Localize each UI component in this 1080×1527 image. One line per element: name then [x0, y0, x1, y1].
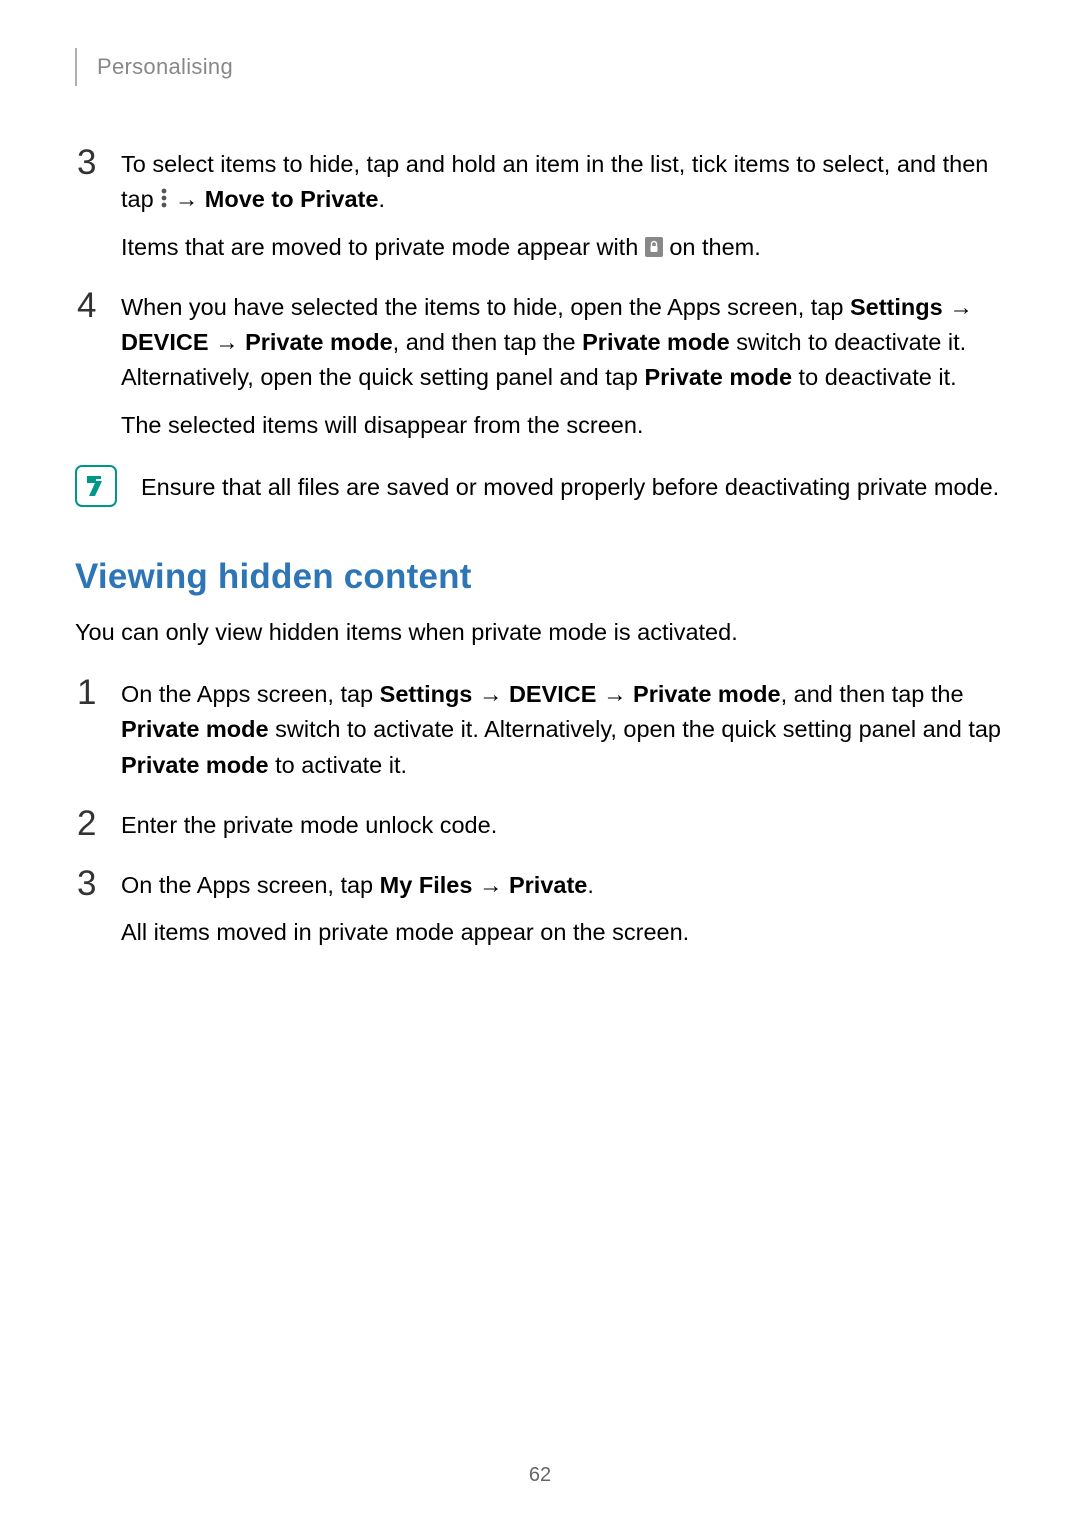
private-badge-icon: [645, 237, 663, 257]
text-segment: →: [209, 329, 246, 355]
text-segment: On the Apps screen, tap: [121, 681, 380, 707]
text-segment: , and then tap the: [781, 681, 964, 707]
text-bold: Private mode: [121, 716, 269, 742]
text-segment: →: [472, 872, 509, 898]
text-segment: .: [378, 186, 385, 212]
step-body: On the Apps screen, tap Settings → DEVIC…: [121, 674, 1005, 783]
step3-paragraph-1: To select items to hide, tap and hold an…: [121, 147, 1005, 218]
note-callout: Ensure that all files are saved or moved…: [75, 465, 1005, 507]
note-icon: [75, 465, 117, 507]
step-number: 3: [75, 144, 121, 265]
section-heading: Viewing hidden content: [75, 557, 1005, 597]
text-bold: DEVICE: [121, 329, 209, 355]
step3-paragraph-2: All items moved in private mode appear o…: [121, 915, 1005, 950]
text-bold: Settings: [850, 294, 943, 320]
text-segment: , and then tap the: [393, 329, 582, 355]
text-bold: Private mode: [245, 329, 393, 355]
text-bold: Private mode: [633, 681, 781, 707]
step-number: 1: [75, 674, 121, 783]
text-segment: →: [943, 294, 973, 320]
step-number: 2: [75, 805, 121, 843]
step-1-viewing: 1 On the Apps screen, tap Settings → DEV…: [75, 674, 1005, 783]
header-divider: [75, 48, 77, 86]
step-3-hiding: 3 To select items to hide, tap and hold …: [75, 144, 1005, 265]
text-bold: Private mode: [121, 752, 269, 778]
step-body: When you have selected the items to hide…: [121, 287, 1005, 443]
step-4-hiding: 4 When you have selected the items to hi…: [75, 287, 1005, 443]
step-body: Enter the private mode unlock code.: [121, 805, 1005, 843]
step3-paragraph-1: On the Apps screen, tap My Files → Priva…: [121, 868, 1005, 903]
step-2-viewing: 2 Enter the private mode unlock code.: [75, 805, 1005, 843]
step-3-viewing: 3 On the Apps screen, tap My Files → Pri…: [75, 865, 1005, 951]
text-segment: on them.: [663, 234, 761, 260]
step-number: 3: [75, 865, 121, 951]
text-segment: When you have selected the items to hide…: [121, 294, 850, 320]
section-intro: You can only view hidden items when priv…: [75, 615, 1005, 650]
text-bold: DEVICE: [509, 681, 597, 707]
text-bold: Private mode: [582, 329, 730, 355]
text-segment: .: [587, 872, 594, 898]
text-segment: Items that are moved to private mode app…: [121, 234, 645, 260]
text-bold: Private: [509, 872, 587, 898]
step1-paragraph: On the Apps screen, tap Settings → DEVIC…: [121, 677, 1005, 783]
text-segment: →: [472, 681, 509, 707]
step4-paragraph-2: The selected items will disappear from t…: [121, 408, 1005, 443]
step-body: On the Apps screen, tap My Files → Priva…: [121, 865, 1005, 951]
text-bold: My Files: [380, 872, 473, 898]
text-segment: to deactivate it.: [792, 364, 957, 390]
page-number: 62: [0, 1464, 1080, 1487]
more-options-icon: [160, 187, 168, 209]
text-bold: Move to Private: [205, 186, 379, 212]
text-bold: Private mode: [644, 364, 792, 390]
header-title: Personalising: [97, 54, 233, 80]
step-body: To select items to hide, tap and hold an…: [121, 144, 1005, 265]
step2-paragraph: Enter the private mode unlock code.: [121, 808, 1005, 843]
text-segment: On the Apps screen, tap: [121, 872, 380, 898]
text-segment: →: [168, 186, 205, 212]
step-number: 4: [75, 287, 121, 443]
page-header: Personalising: [75, 48, 1005, 86]
text-segment: switch to activate it. Alternatively, op…: [269, 716, 1001, 742]
note-text: Ensure that all files are saved or moved…: [141, 465, 999, 505]
step3-paragraph-2: Items that are moved to private mode app…: [121, 230, 1005, 265]
step4-paragraph-1: When you have selected the items to hide…: [121, 290, 1005, 396]
text-bold: Settings: [380, 681, 473, 707]
text-segment: to activate it.: [269, 752, 407, 778]
text-segment: →: [596, 681, 633, 707]
